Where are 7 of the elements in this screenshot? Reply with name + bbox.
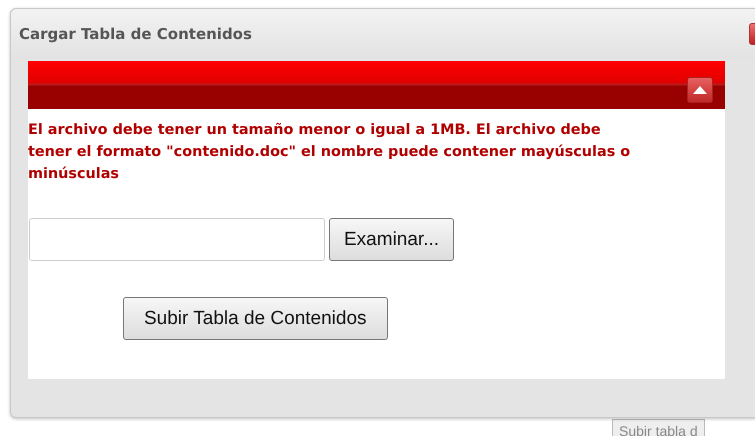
file-path-field[interactable] [29, 218, 325, 261]
window-title: Cargar Tabla de Contenidos [19, 25, 253, 43]
browse-button[interactable]: Examinar... [329, 218, 454, 261]
collapse-button[interactable] [687, 77, 713, 103]
upload-button[interactable]: Subir Tabla de Contenidos [123, 297, 388, 340]
triangle-up-icon [693, 86, 707, 94]
info-message: El archivo debe tener un tamaño menor o igual a 1MB. El archivo debe tener el formato "contenido.doc" el nombre puede contener mayúsculas o minúsculas [28, 121, 632, 184]
